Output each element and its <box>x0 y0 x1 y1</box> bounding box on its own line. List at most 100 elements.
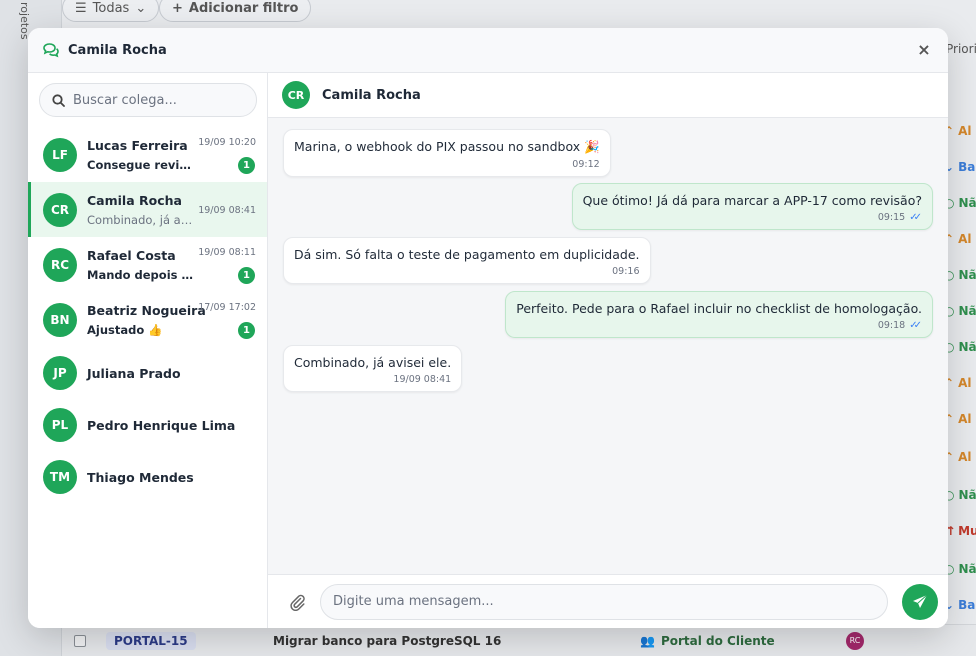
priority-label: Nã <box>958 304 976 318</box>
contact-preview: Consegue revisar o PR hoje? <box>87 157 195 172</box>
close-button[interactable]: × <box>916 42 932 58</box>
users-icon: 👥 <box>640 633 655 648</box>
filter-chip-all[interactable]: ☰ Todas ⌄ <box>62 0 160 22</box>
message-text: Marina, o webhook do PIX passou no sandb… <box>294 139 600 154</box>
priority-label: Al <box>958 376 972 390</box>
priority-label: Nã <box>958 562 976 576</box>
priority-cell[interactable]: ○Nã <box>944 488 976 502</box>
priority-cell[interactable]: ⌃ Al <box>944 376 971 390</box>
contact-item[interactable]: RCRafael CostaMando depois da reunião19/… <box>28 237 267 292</box>
conversation-panel: CR Camila Rocha Marina, o webhook do PIX… <box>268 73 948 628</box>
plus-icon: + <box>172 0 183 16</box>
chat-bubbles-icon <box>43 43 59 58</box>
avatar: PL <box>43 408 77 442</box>
modal-header: Camila Rocha <box>28 28 948 73</box>
message-time: 19/09 08:41 <box>393 374 452 385</box>
send-button[interactable] <box>902 583 938 620</box>
unread-badge: 1 <box>238 322 255 339</box>
contact-preview: Combinado, já avisei ele. <box>87 212 195 227</box>
add-filter-chip[interactable]: + Adicionar filtro <box>159 0 312 22</box>
chevron-down-icon: ⌄ <box>135 0 147 16</box>
priority-cell[interactable]: ⇈ Mu <box>944 524 976 538</box>
avatar: BN <box>43 302 77 337</box>
conversation-name: Camila Rocha <box>322 87 421 103</box>
contact-item[interactable]: LFLucas FerreiraConsegue revisar o PR ho… <box>28 127 267 182</box>
avatar: LF <box>43 137 77 172</box>
contact-item[interactable]: TM Thiago Mendes <box>28 451 267 503</box>
message-text: Dá sim. Só falta o teste de pagamento em… <box>294 247 640 262</box>
search-icon <box>52 93 65 107</box>
message-time: 09:16 <box>612 266 640 277</box>
priority-cell[interactable]: ⌄ Ba <box>944 598 975 612</box>
priority-label: Nã <box>958 268 976 282</box>
avatar: TM <box>43 460 77 494</box>
message-text: Que ótimo! Já dá para marcar a APP-17 co… <box>582 193 922 208</box>
contact-item[interactable]: BN Beatriz Nogueira Ajustado 👍 17/09 17:02 1 <box>28 292 267 347</box>
priority-label: Al <box>958 232 972 246</box>
incoming-message: Combinado, já avisei ele. 19/09 08:41 <box>283 345 463 392</box>
priority-cell[interactable]: ⌃ Al <box>944 412 971 426</box>
priority-cell[interactable]: ⌃ Al <box>944 450 971 464</box>
outgoing-message: Que ótimo! Já dá para marcar a APP-17 co… <box>571 183 933 230</box>
incoming-message: Dá sim. Só falta o teste de pagamento em… <box>283 237 651 284</box>
modal-title: Camila Rocha <box>68 42 167 58</box>
avatar: JP <box>43 356 77 390</box>
outgoing-message: Perfeito. Pede para o Rafael incluir no … <box>505 291 933 338</box>
priority-cell[interactable]: ○Nã <box>944 196 976 210</box>
message-text: Perfeito. Pede para o Rafael incluir no … <box>516 301 922 316</box>
avatar: RC <box>43 247 77 282</box>
message-time: 09:12 <box>572 159 600 170</box>
priority-cell[interactable]: ○Nã <box>944 562 976 576</box>
search-input[interactable] <box>73 92 243 108</box>
contact-item[interactable]: JP Juliana Prado <box>28 347 267 399</box>
priority-cell[interactable]: ○Nã <box>944 268 976 282</box>
contact-time: 19/09 10:20 <box>198 137 256 148</box>
priority-label: Al <box>958 450 972 464</box>
priority-label: Nã <box>958 196 976 210</box>
contact-name: Pedro Henrique Lima <box>87 417 236 433</box>
contact-item[interactable]: CRCamila RochaCombinado, já avisei ele.1… <box>28 182 267 237</box>
priority-cell[interactable]: ⌃ Al <box>944 124 971 138</box>
priority-cell[interactable]: ⌃ Al <box>944 232 971 246</box>
issue-title[interactable]: Migrar banco para PostgreSQL 16 <box>273 634 501 648</box>
message-input[interactable] <box>320 583 888 620</box>
project-name: Portal do Cliente <box>660 633 775 648</box>
add-filter-label: Adicionar filtro <box>188 0 299 16</box>
message-list: Marina, o webhook do PIX passou no sandb… <box>268 118 948 574</box>
read-receipt-icon: ✓✓ <box>909 320 922 331</box>
avatar: CR <box>282 81 310 109</box>
contact-time: 19/09 08:41 <box>198 205 256 216</box>
priority-label: Ba <box>958 598 976 612</box>
contact-time: 17/09 17:02 <box>198 302 256 313</box>
priority-label: Nã <box>958 340 976 354</box>
read-receipt-icon: ✓✓ <box>909 212 922 223</box>
filter-chip-label: Todas <box>92 0 130 16</box>
contact-time: 19/09 08:11 <box>198 247 256 258</box>
priority-label: Nã <box>958 488 976 502</box>
table-row[interactable]: PORTAL-15 Migrar banco para PostgreSQL 1… <box>62 624 976 656</box>
send-icon <box>913 594 928 608</box>
paperclip-icon[interactable] <box>288 593 306 611</box>
priority-cell[interactable]: ⌄ Ba <box>944 160 975 174</box>
priority-cell[interactable]: ○Nã <box>944 340 976 354</box>
unread-badge: 1 <box>238 267 255 284</box>
priority-label: Ba <box>958 160 976 174</box>
contact-list: LFLucas FerreiraConsegue revisar o PR ho… <box>28 127 267 503</box>
message-composer <box>268 574 948 628</box>
avatar: CR <box>43 192 77 227</box>
priority-label: Al <box>958 412 972 426</box>
priority-cell[interactable]: ○Nã <box>944 304 976 318</box>
contact-item[interactable]: PL Pedro Henrique Lima <box>28 399 267 451</box>
search-box[interactable] <box>39 83 257 117</box>
filter-icon: ☰ <box>75 0 87 16</box>
contact-name: Thiago Mendes <box>87 469 194 485</box>
row-checkbox[interactable] <box>74 634 86 647</box>
chat-modal: Camila Rocha × LFLucas FerreiraConsegue … <box>28 28 948 628</box>
issue-key[interactable]: PORTAL-15 <box>106 631 196 650</box>
message-text: Combinado, já avisei ele. <box>294 355 452 370</box>
priority-label: Mu <box>958 524 976 538</box>
contact-name: Juliana Prado <box>87 365 181 381</box>
conversation-header: CR Camila Rocha <box>268 73 948 118</box>
unread-badge: 1 <box>238 157 255 174</box>
contact-preview: Mando depois da reunião <box>87 267 195 282</box>
